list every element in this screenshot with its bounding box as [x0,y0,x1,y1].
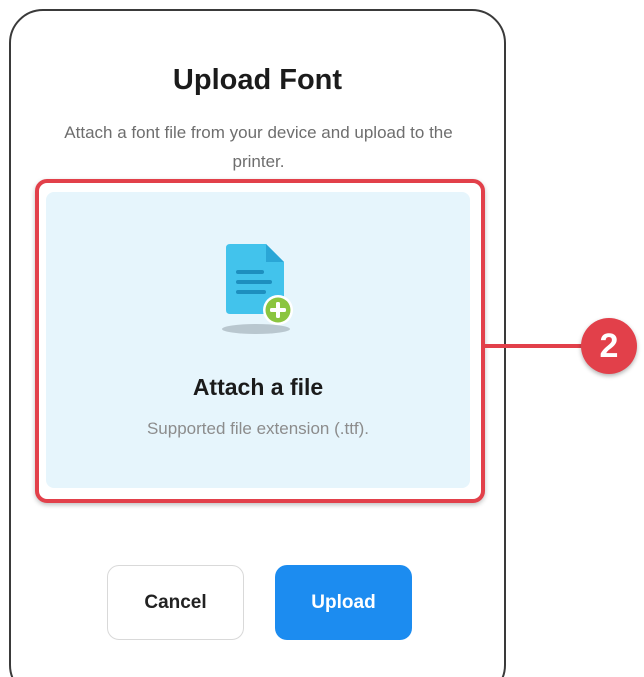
attach-file-dropzone[interactable]: Attach a file Supported file extension (… [46,192,470,488]
file-add-icon [222,244,293,334]
callout-connector-line [485,344,585,348]
supported-extension-text: Supported file extension (.ttf). [146,419,370,438]
upload-button[interactable]: Upload [275,565,412,640]
dialog-title: Upload Font [172,64,343,96]
attach-file-title: Attach a file [192,374,324,400]
dialog-description: Attach a font file from your device and … [64,123,453,171]
cancel-button[interactable]: Cancel [107,565,244,640]
screenshot-stage: Upload Font Attach a font file from your… [0,0,644,677]
callout-number-badge: 2 [581,318,637,374]
